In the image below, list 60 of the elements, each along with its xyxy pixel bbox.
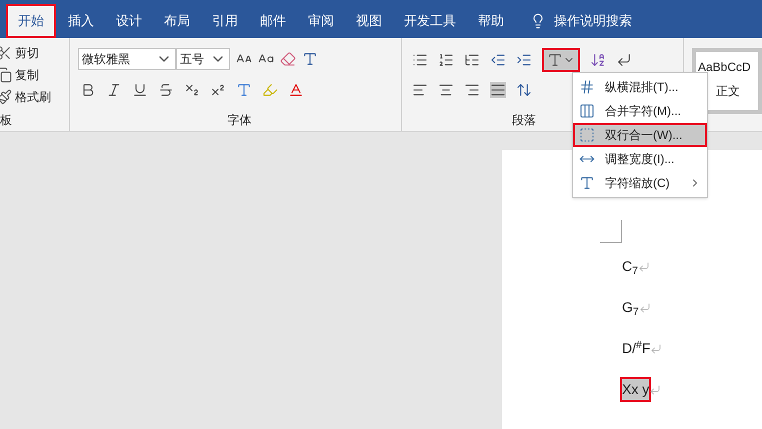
font-name-field[interactable]: 微软雅黑	[78, 48, 176, 70]
align-left-icon[interactable]	[412, 82, 428, 98]
document-text: Xx y	[622, 379, 650, 400]
italic-icon[interactable]	[106, 82, 122, 98]
line-spacing-icon[interactable]	[516, 82, 532, 98]
align-center-icon[interactable]	[438, 82, 454, 98]
letter-icon[interactable]	[302, 51, 318, 67]
sort-icon[interactable]	[590, 52, 606, 68]
font-size-field[interactable]: 五号	[176, 48, 230, 70]
ribbon-tab[interactable]: 设计	[106, 4, 152, 38]
numbered-list-icon[interactable]	[438, 52, 454, 68]
ribbon-tab[interactable]: 帮助	[468, 4, 514, 38]
letter-icon	[579, 175, 595, 191]
letter-icon	[547, 52, 563, 68]
paragraph-mark-icon[interactable]	[616, 52, 632, 68]
margin-corner-mark	[600, 220, 622, 243]
menu-item[interactable]: 字符缩放(C)	[573, 171, 707, 195]
ribbon-tab[interactable]: 邮件	[250, 4, 296, 38]
subscript-icon[interactable]	[184, 82, 200, 98]
underline-icon[interactable]	[132, 82, 148, 98]
paragraph-mark-icon	[638, 302, 651, 314]
group-label: 板	[0, 112, 12, 129]
font-color-icon[interactable]	[288, 82, 304, 98]
paintbrush-icon	[0, 89, 12, 105]
number-grid-icon	[579, 79, 595, 95]
clipboard-button[interactable]: 格式刷	[15, 88, 51, 106]
menu-item[interactable]: 双行合一(W)...	[573, 123, 707, 147]
align-right-icon[interactable]	[464, 82, 480, 98]
ribbon-tab[interactable]: 开始	[6, 4, 56, 38]
ribbon-tab[interactable]: 引用	[202, 4, 248, 38]
ribbon-tab[interactable]: 审阅	[298, 4, 344, 38]
text-effect-icon[interactable]	[236, 82, 252, 98]
dashed-square-icon	[579, 127, 595, 143]
ribbon-tab[interactable]: 开发工具	[394, 4, 466, 38]
justify-icon[interactable]	[490, 82, 506, 98]
menu-item[interactable]: 调整宽度(I)...	[573, 147, 707, 171]
superscript-icon[interactable]	[210, 82, 226, 98]
ribbon-tab[interactable]: 布局	[154, 4, 200, 38]
eraser-icon[interactable]	[280, 51, 296, 67]
indent-increase-icon[interactable]	[516, 52, 532, 68]
paragraph-mark-icon	[638, 260, 650, 272]
copy-icon	[0, 67, 12, 83]
character-layout-button[interactable]	[542, 48, 580, 72]
document-text: G$_{7}$	[622, 298, 639, 318]
document-text: C$_{7}$	[622, 257, 638, 277]
clipboard-button[interactable]: 剪切	[15, 44, 39, 62]
group-label: 字体	[228, 112, 252, 129]
ribbon-tab[interactable]: 插入	[58, 4, 104, 38]
document-text: D/$^{#}$F	[622, 338, 650, 358]
indent-decrease-icon[interactable]	[490, 52, 506, 68]
strikethrough-icon[interactable]	[158, 82, 174, 98]
ribbon-tab[interactable]: 视图	[346, 4, 392, 38]
search-hint[interactable]: 操作说明搜索	[554, 11, 632, 31]
clipboard-button[interactable]: 复制	[15, 66, 39, 84]
paragraph-mark-icon	[649, 384, 662, 396]
scissors-icon	[0, 45, 12, 61]
paragraph-mark-icon	[650, 342, 662, 354]
columns-icon	[579, 103, 595, 119]
group-label: 段落	[512, 112, 536, 129]
multilevel-list-icon[interactable]	[464, 52, 480, 68]
